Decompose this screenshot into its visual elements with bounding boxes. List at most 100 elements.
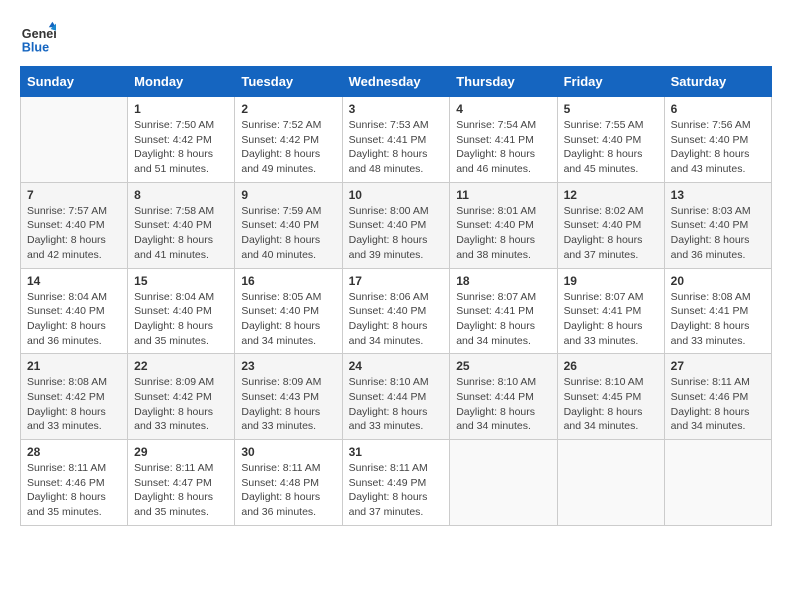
- day-info: Sunrise: 7:59 AM Sunset: 4:40 PM Dayligh…: [241, 204, 335, 263]
- day-number: 7: [27, 188, 121, 202]
- day-number: 18: [456, 274, 550, 288]
- day-number: 21: [27, 359, 121, 373]
- calendar-cell: 25 Sunrise: 8:10 AM Sunset: 4:44 PM Dayli…: [450, 354, 557, 440]
- day-number: 30: [241, 445, 335, 459]
- logo-icon: General Blue: [20, 20, 56, 56]
- day-number: 20: [671, 274, 765, 288]
- svg-text:Blue: Blue: [22, 41, 49, 55]
- day-info: Sunrise: 8:10 AM Sunset: 4:44 PM Dayligh…: [349, 375, 444, 434]
- calendar-cell: 1 Sunrise: 7:50 AM Sunset: 4:42 PM Daylig…: [128, 97, 235, 183]
- calendar-week-3: 14 Sunrise: 8:04 AM Sunset: 4:40 PM Dayli…: [21, 268, 772, 354]
- calendar-cell: 12 Sunrise: 8:02 AM Sunset: 4:40 PM Dayli…: [557, 182, 664, 268]
- calendar-cell: 19 Sunrise: 8:07 AM Sunset: 4:41 PM Dayli…: [557, 268, 664, 354]
- day-info: Sunrise: 8:11 AM Sunset: 4:48 PM Dayligh…: [241, 461, 335, 520]
- day-info: Sunrise: 8:08 AM Sunset: 4:41 PM Dayligh…: [671, 290, 765, 349]
- calendar-cell: 18 Sunrise: 8:07 AM Sunset: 4:41 PM Dayli…: [450, 268, 557, 354]
- day-number: 14: [27, 274, 121, 288]
- calendar-week-5: 28Sunrise: 8:11 AM Sunset: 4:46 PM Dayli…: [21, 440, 772, 526]
- day-number: 17: [349, 274, 444, 288]
- calendar-cell: 23 Sunrise: 8:09 AM Sunset: 4:43 PM Dayli…: [235, 354, 342, 440]
- calendar-header-sunday: Sunday: [21, 67, 128, 97]
- day-info: Sunrise: 8:11 AM Sunset: 4:46 PM Dayligh…: [671, 375, 765, 434]
- calendar-header-saturday: Saturday: [664, 67, 771, 97]
- day-number: 8: [134, 188, 228, 202]
- calendar-header-friday: Friday: [557, 67, 664, 97]
- day-info: Sunrise: 7:53 AM Sunset: 4:41 PM Dayligh…: [349, 118, 444, 177]
- day-info: Sunrise: 8:10 AM Sunset: 4:45 PM Dayligh…: [564, 375, 658, 434]
- calendar-week-1: 1 Sunrise: 7:50 AM Sunset: 4:42 PM Daylig…: [21, 97, 772, 183]
- calendar-cell: 15 Sunrise: 8:04 AM Sunset: 4:40 PM Dayli…: [128, 268, 235, 354]
- calendar-header-wednesday: Wednesday: [342, 67, 450, 97]
- calendar-cell: 24 Sunrise: 8:10 AM Sunset: 4:44 PM Dayli…: [342, 354, 450, 440]
- day-info: Sunrise: 8:04 AM Sunset: 4:40 PM Dayligh…: [134, 290, 228, 349]
- calendar-cell: 14 Sunrise: 8:04 AM Sunset: 4:40 PM Dayli…: [21, 268, 128, 354]
- calendar-cell: [450, 440, 557, 526]
- calendar-header-tuesday: Tuesday: [235, 67, 342, 97]
- day-info: Sunrise: 8:06 AM Sunset: 4:40 PM Dayligh…: [349, 290, 444, 349]
- calendar-week-2: 7 Sunrise: 7:57 AM Sunset: 4:40 PM Daylig…: [21, 182, 772, 268]
- calendar-cell: 16 Sunrise: 8:05 AM Sunset: 4:40 PM Dayli…: [235, 268, 342, 354]
- calendar-cell: 4Sunrise: 7:54 AM Sunset: 4:41 PM Daylig…: [450, 97, 557, 183]
- calendar-cell: 9Sunrise: 7:59 AM Sunset: 4:40 PM Daylig…: [235, 182, 342, 268]
- day-number: 6: [671, 102, 765, 116]
- day-info: Sunrise: 7:58 AM Sunset: 4:40 PM Dayligh…: [134, 204, 228, 263]
- day-number: 23: [241, 359, 335, 373]
- day-number: 3: [349, 102, 444, 116]
- day-info: Sunrise: 8:04 AM Sunset: 4:40 PM Dayligh…: [27, 290, 121, 349]
- day-info: Sunrise: 8:02 AM Sunset: 4:40 PM Dayligh…: [564, 204, 658, 263]
- day-number: 24: [349, 359, 444, 373]
- day-info: Sunrise: 7:56 AM Sunset: 4:40 PM Dayligh…: [671, 118, 765, 177]
- calendar-cell: 10Sunrise: 8:00 AM Sunset: 4:40 PM Dayli…: [342, 182, 450, 268]
- calendar-cell: 29Sunrise: 8:11 AM Sunset: 4:47 PM Dayli…: [128, 440, 235, 526]
- day-number: 19: [564, 274, 658, 288]
- day-number: 5: [564, 102, 658, 116]
- day-info: Sunrise: 8:00 AM Sunset: 4:40 PM Dayligh…: [349, 204, 444, 263]
- day-info: Sunrise: 8:08 AM Sunset: 4:42 PM Dayligh…: [27, 375, 121, 434]
- calendar-header-monday: Monday: [128, 67, 235, 97]
- calendar-cell: 27Sunrise: 8:11 AM Sunset: 4:46 PM Dayli…: [664, 354, 771, 440]
- calendar-cell: 26 Sunrise: 8:10 AM Sunset: 4:45 PM Dayli…: [557, 354, 664, 440]
- calendar-header-thursday: Thursday: [450, 67, 557, 97]
- day-info: Sunrise: 7:50 AM Sunset: 4:42 PM Dayligh…: [134, 118, 228, 177]
- calendar-cell: [557, 440, 664, 526]
- calendar-cell: 17 Sunrise: 8:06 AM Sunset: 4:40 PM Dayli…: [342, 268, 450, 354]
- day-info: Sunrise: 8:10 AM Sunset: 4:44 PM Dayligh…: [456, 375, 550, 434]
- calendar-table: SundayMondayTuesdayWednesdayThursdayFrid…: [20, 66, 772, 526]
- day-number: 12: [564, 188, 658, 202]
- day-number: 26: [564, 359, 658, 373]
- day-number: 25: [456, 359, 550, 373]
- page-header: General Blue: [20, 20, 772, 56]
- day-info: Sunrise: 8:03 AM Sunset: 4:40 PM Dayligh…: [671, 204, 765, 263]
- day-number: 15: [134, 274, 228, 288]
- calendar-cell: 30 Sunrise: 8:11 AM Sunset: 4:48 PM Dayli…: [235, 440, 342, 526]
- calendar-cell: 5 Sunrise: 7:55 AM Sunset: 4:40 PM Daylig…: [557, 97, 664, 183]
- calendar-cell: 7 Sunrise: 7:57 AM Sunset: 4:40 PM Daylig…: [21, 182, 128, 268]
- calendar-cell: 13Sunrise: 8:03 AM Sunset: 4:40 PM Dayli…: [664, 182, 771, 268]
- day-info: Sunrise: 8:05 AM Sunset: 4:40 PM Dayligh…: [241, 290, 335, 349]
- day-info: Sunrise: 8:01 AM Sunset: 4:40 PM Dayligh…: [456, 204, 550, 263]
- day-info: Sunrise: 8:11 AM Sunset: 4:49 PM Dayligh…: [349, 461, 444, 520]
- day-number: 4: [456, 102, 550, 116]
- calendar-cell: 2 Sunrise: 7:52 AM Sunset: 4:42 PM Daylig…: [235, 97, 342, 183]
- calendar-cell: 8 Sunrise: 7:58 AM Sunset: 4:40 PM Daylig…: [128, 182, 235, 268]
- day-number: 22: [134, 359, 228, 373]
- day-number: 29: [134, 445, 228, 459]
- day-number: 31: [349, 445, 444, 459]
- calendar-cell: 22Sunrise: 8:09 AM Sunset: 4:42 PM Dayli…: [128, 354, 235, 440]
- calendar-cell: 20 Sunrise: 8:08 AM Sunset: 4:41 PM Dayli…: [664, 268, 771, 354]
- day-number: 11: [456, 188, 550, 202]
- day-info: Sunrise: 8:07 AM Sunset: 4:41 PM Dayligh…: [456, 290, 550, 349]
- calendar-week-4: 21 Sunrise: 8:08 AM Sunset: 4:42 PM Dayli…: [21, 354, 772, 440]
- day-number: 2: [241, 102, 335, 116]
- calendar-cell: 6 Sunrise: 7:56 AM Sunset: 4:40 PM Daylig…: [664, 97, 771, 183]
- calendar-cell: [21, 97, 128, 183]
- calendar-cell: 21 Sunrise: 8:08 AM Sunset: 4:42 PM Dayli…: [21, 354, 128, 440]
- logo: General Blue: [20, 20, 60, 56]
- day-info: Sunrise: 7:52 AM Sunset: 4:42 PM Dayligh…: [241, 118, 335, 177]
- day-number: 1: [134, 102, 228, 116]
- day-info: Sunrise: 7:55 AM Sunset: 4:40 PM Dayligh…: [564, 118, 658, 177]
- day-number: 16: [241, 274, 335, 288]
- day-info: Sunrise: 8:07 AM Sunset: 4:41 PM Dayligh…: [564, 290, 658, 349]
- day-info: Sunrise: 7:57 AM Sunset: 4:40 PM Dayligh…: [27, 204, 121, 263]
- day-info: Sunrise: 8:09 AM Sunset: 4:43 PM Dayligh…: [241, 375, 335, 434]
